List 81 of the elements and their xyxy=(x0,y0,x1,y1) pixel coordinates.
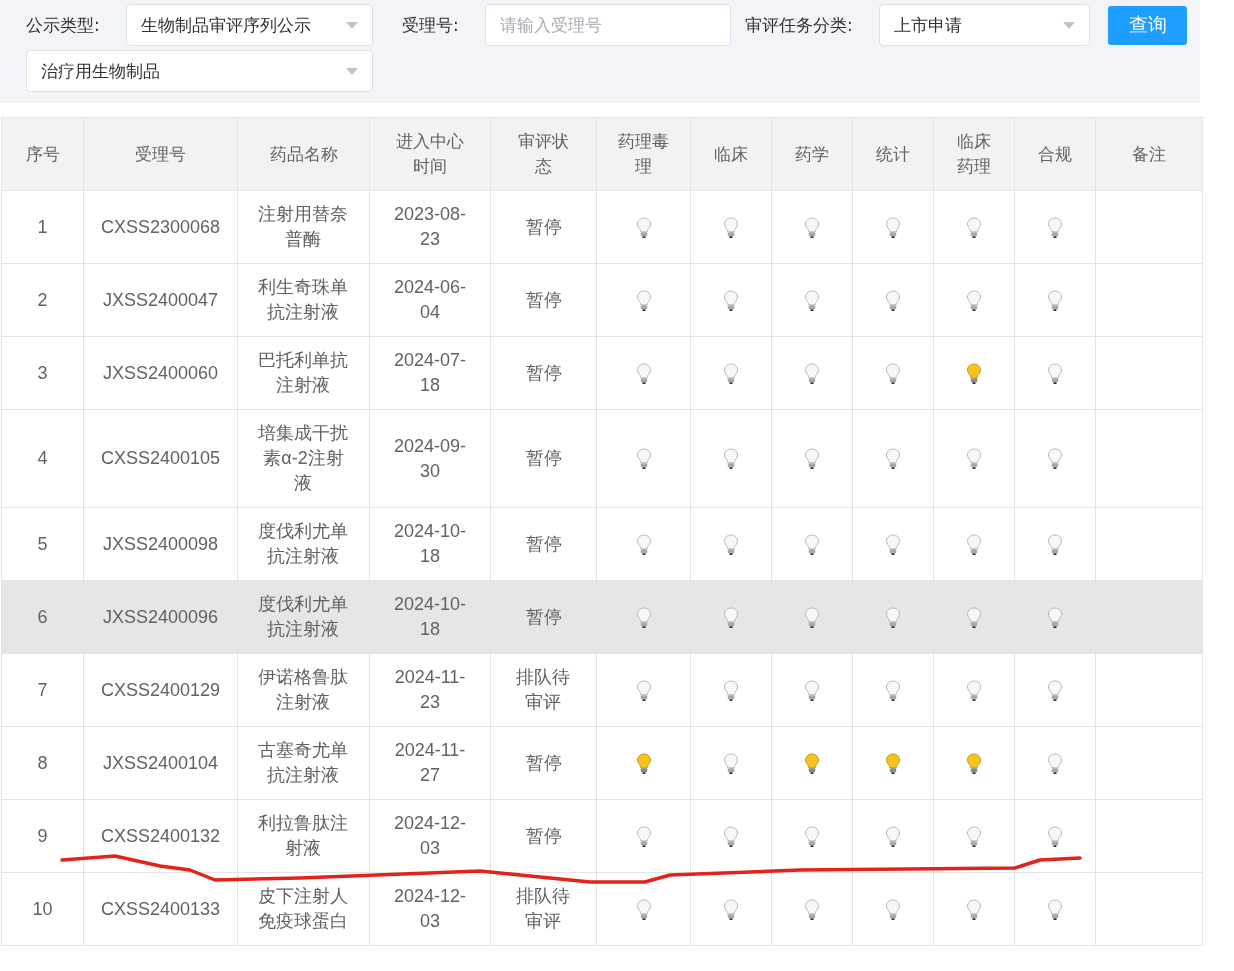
table-cell: 伊诺格鲁肽注射液 xyxy=(237,653,370,727)
table-cell: 2024-10-18 xyxy=(369,507,491,581)
table-row[interactable]: 9 CXSS2400132 利拉鲁肽注射液 2024-12-03 暂停 xyxy=(1,799,1203,873)
table-cell: 8 xyxy=(1,726,84,800)
table-cell: 2024-11-27 xyxy=(369,726,491,800)
table-cell: 度伐利尤单抗注射液 xyxy=(237,580,370,654)
column-header: 临床药理 xyxy=(933,117,1015,191)
table-cell: 4 xyxy=(1,409,84,508)
table-cell: 1 xyxy=(1,190,84,264)
table-cell: CXSS2400133 xyxy=(83,872,238,946)
table-row[interactable]: 5 JXSS2400098 度伐利尤单抗注射液 2024-10-18 暂停 xyxy=(1,507,1203,581)
table-cell: 巴托利单抗注射液 xyxy=(237,336,370,410)
table-cell: CXSS2400105 xyxy=(83,409,238,508)
table-cell: 2023-08-23 xyxy=(369,190,491,264)
column-header: 药学 xyxy=(771,117,853,191)
table-cell: 古塞奇尤单抗注射液 xyxy=(237,726,370,800)
table-cell: JXSS2400098 xyxy=(83,507,238,581)
table-cell: 度伐利尤单抗注射液 xyxy=(237,507,370,581)
table-row[interactable]: 10 CXSS2400133 皮下注射人免疫球蛋白 2024-12-03 排队待审评 xyxy=(1,872,1203,946)
input-field[interactable]: 请输入受理号 xyxy=(485,4,731,46)
table-row[interactable]: 2 JXSS2400047 利生奇珠单抗注射液 2024-06-04 暂停 xyxy=(1,263,1203,337)
table-cell: 3 xyxy=(1,336,84,410)
filter-label: 审评任务分类: xyxy=(745,13,854,37)
filter-label: 受理号: xyxy=(402,13,460,37)
table-cell: 培集成干扰素α-2注射液 xyxy=(237,409,370,508)
table-cell: 暂停 xyxy=(490,263,597,337)
table-cell: 暂停 xyxy=(490,190,597,264)
table-cell: 暂停 xyxy=(490,507,597,581)
table-cell: JXSS2400060 xyxy=(83,336,238,410)
caret-icon xyxy=(346,67,358,75)
table-cell: 9 xyxy=(1,799,84,873)
caret-icon xyxy=(346,21,358,29)
column-header: 序号 xyxy=(1,117,84,191)
dropdown[interactable]: 治疗用生物制品 xyxy=(26,50,373,92)
table-cell: 皮下注射人免疫球蛋白 xyxy=(237,872,370,946)
table-cell: 暂停 xyxy=(490,409,597,508)
table-cell: JXSS2400104 xyxy=(83,726,238,800)
table-cell: 7 xyxy=(1,653,84,727)
table-cell: CXSS2300068 xyxy=(83,190,238,264)
table-cell: 5 xyxy=(1,507,84,581)
table-row[interactable]: 6 JXSS2400096 度伐利尤单抗注射液 2024-10-18 暂停 xyxy=(1,580,1203,654)
table-cell: 6 xyxy=(1,580,84,654)
table-cell: 注射用替奈普酶 xyxy=(237,190,370,264)
table-cell: 2024-09-30 xyxy=(369,409,491,508)
dropdown[interactable]: 生物制品审评序列公示 xyxy=(126,4,373,46)
dropdown[interactable]: 上市申请 xyxy=(879,4,1090,46)
table-cell: 暂停 xyxy=(490,726,597,800)
table-cell: CXSS2400129 xyxy=(83,653,238,727)
filter-label: 公示类型: xyxy=(26,13,101,37)
table-row[interactable]: 4 CXSS2400105 培集成干扰素α-2注射液 2024-09-30 暂停 xyxy=(1,409,1203,508)
column-header: 统计 xyxy=(852,117,934,191)
table-cell: 2024-11-23 xyxy=(369,653,491,727)
caret-icon xyxy=(1063,21,1075,29)
column-header: 进入中心时间 xyxy=(369,117,491,191)
column-header: 备注 xyxy=(1095,117,1203,191)
table-row[interactable]: 7 CXSS2400129 伊诺格鲁肽注射液 2024-11-23 排队待审评 xyxy=(1,653,1203,727)
column-header: 受理号 xyxy=(83,117,238,191)
table-cell: 2024-06-04 xyxy=(369,263,491,337)
table-cell: 排队待审评 xyxy=(490,872,597,946)
table-cell: 2024-07-18 xyxy=(369,336,491,410)
table-cell: 2 xyxy=(1,263,84,337)
table-cell: 暂停 xyxy=(490,580,597,654)
column-header: 药理毒理 xyxy=(596,117,691,191)
table-cell: 2024-12-03 xyxy=(369,872,491,946)
table-cell: JXSS2400096 xyxy=(83,580,238,654)
column-header: 临床 xyxy=(690,117,772,191)
column-header: 审评状态 xyxy=(490,117,597,191)
column-header: 合规 xyxy=(1014,117,1096,191)
column-header: 药品名称 xyxy=(237,117,370,191)
table-row[interactable]: 1 CXSS2300068 注射用替奈普酶 2023-08-23 暂停 xyxy=(1,190,1203,264)
table-cell: 2024-12-03 xyxy=(369,799,491,873)
table-row[interactable]: 8 JXSS2400104 古塞奇尤单抗注射液 2024-11-27 暂停 xyxy=(1,726,1203,800)
table-cell: 利生奇珠单抗注射液 xyxy=(237,263,370,337)
table-row[interactable]: 3 JXSS2400060 巴托利单抗注射液 2024-07-18 暂停 xyxy=(1,336,1203,410)
table-cell: 暂停 xyxy=(490,336,597,410)
table-cell: 2024-10-18 xyxy=(369,580,491,654)
table-cell: 10 xyxy=(1,872,84,946)
table-cell: JXSS2400047 xyxy=(83,263,238,337)
table-cell: CXSS2400132 xyxy=(83,799,238,873)
table-cell: 排队待审评 xyxy=(490,653,597,727)
table-cell: 利拉鲁肽注射液 xyxy=(237,799,370,873)
